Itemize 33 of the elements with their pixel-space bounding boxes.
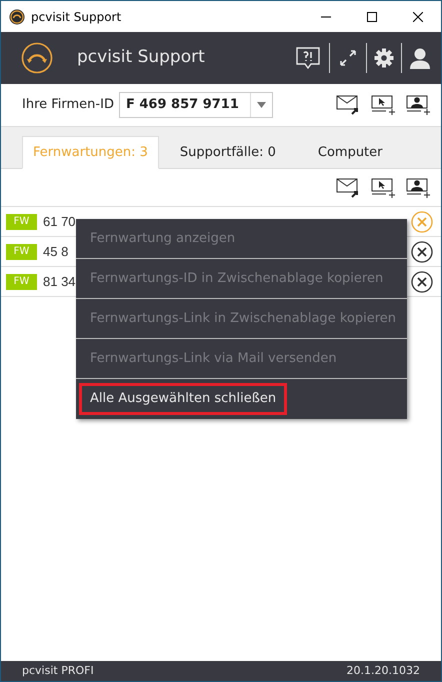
add-user-icon[interactable] bbox=[406, 95, 431, 115]
fw-badge: FW bbox=[6, 214, 37, 230]
settings-icon[interactable] bbox=[374, 48, 394, 68]
company-id-dropdown[interactable]: F 469 857 9711 bbox=[118, 92, 273, 118]
session-id: 45 8 bbox=[43, 244, 68, 259]
close-icon[interactable] bbox=[411, 240, 433, 262]
add-user-icon[interactable] bbox=[406, 178, 431, 198]
header-title: pcvisit Support bbox=[77, 46, 205, 70]
edition-label: pcvisit PROFI bbox=[22, 662, 94, 679]
close-icon bbox=[413, 12, 423, 22]
logo-icon bbox=[21, 42, 53, 74]
close-icon[interactable] bbox=[411, 270, 433, 292]
tab[interactable]: Computer bbox=[296, 136, 404, 169]
fw-badge: FW bbox=[6, 244, 37, 260]
user-icon[interactable] bbox=[409, 47, 431, 69]
tab[interactable]: Supportfälle: 0 bbox=[158, 136, 297, 169]
menu-item[interactable]: Alle Ausgewählten schließen bbox=[79, 383, 288, 415]
maximize-icon bbox=[367, 12, 377, 22]
send-mail-icon[interactable] bbox=[336, 95, 361, 115]
session-id: 61 70 bbox=[43, 214, 76, 229]
expand-icon[interactable] bbox=[339, 49, 357, 67]
tab[interactable]: Fernwartungen: 3 bbox=[22, 136, 159, 169]
help-icon[interactable] bbox=[295, 45, 321, 71]
app-logo-icon bbox=[9, 8, 25, 24]
fw-badge: FW bbox=[6, 274, 37, 290]
window-title: pcvisit Support bbox=[31, 8, 122, 26]
send-mail-icon[interactable] bbox=[336, 178, 361, 198]
session-id: 81 34 bbox=[43, 274, 76, 289]
version-label: 20.1.20.1032 bbox=[346, 662, 420, 679]
add-screen-icon[interactable] bbox=[371, 95, 396, 115]
dropdown-caret-icon bbox=[256, 102, 266, 108]
add-screen-icon[interactable] bbox=[371, 178, 396, 198]
company-id-label: Ihre Firmen-ID bbox=[22, 96, 114, 114]
